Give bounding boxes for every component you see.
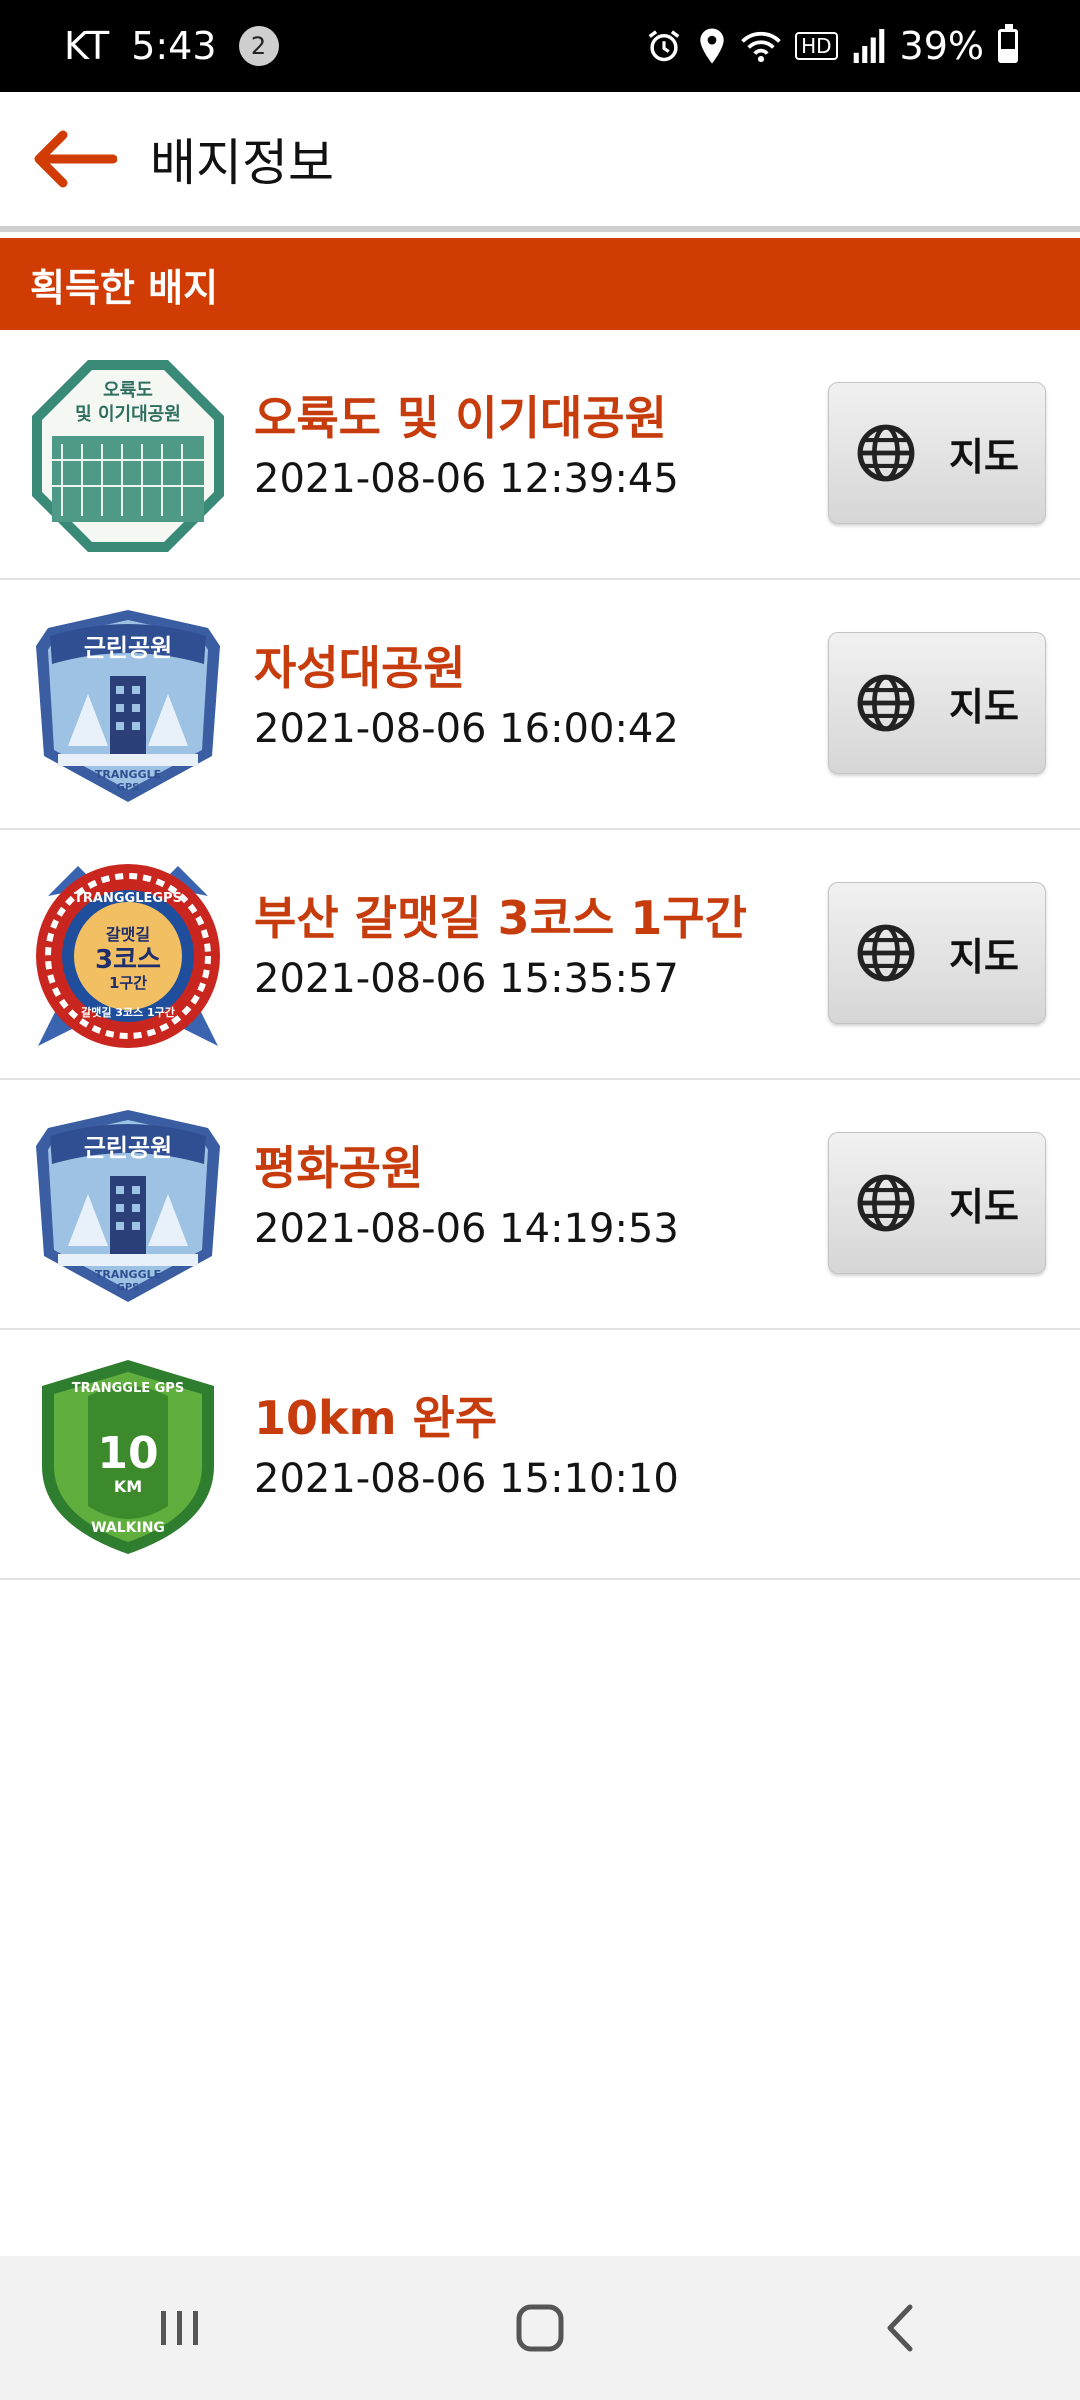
wifi-icon (741, 28, 781, 64)
badge-name: 오륙도 및 이기대공원 (254, 391, 667, 445)
badge-art-text: TRANGGLE (95, 1268, 161, 1281)
navigation-bar (0, 2256, 1080, 2400)
badge-image: 근린공원 TRANGGLE GPS (36, 610, 220, 802)
status-right: HD 39% (645, 24, 1018, 68)
badge-art-text: 오륙도 (103, 380, 153, 401)
map-button[interactable]: 지도 (828, 632, 1046, 774)
clock: 5:43 (131, 24, 217, 68)
hd-icon: HD (795, 32, 838, 60)
home-icon (516, 2304, 564, 2352)
status-left: KT 5:43 2 (64, 24, 279, 68)
badge-art-text: TRANGGLE GPS (72, 1381, 184, 1396)
map-button[interactable]: 지도 (828, 382, 1046, 524)
badge-image: TRANGGLEGPS 갈맷길 3코스 1구간 갈맷길 3코스 1구간 (36, 864, 220, 1048)
map-button-label: 지도 (949, 684, 1019, 729)
globe-icon (857, 674, 915, 732)
badge-date: 2021-08-06 16:00:42 (254, 706, 679, 752)
badge-name: 평화공원 (254, 1141, 424, 1195)
badge-art-text: 근린공원 (84, 1134, 172, 1162)
badge-name: 10km 완주 (254, 1391, 498, 1445)
badge-art-text: KM (114, 1477, 142, 1496)
map-button[interactable]: 지도 (828, 1132, 1046, 1274)
app-bar: 배지정보 (0, 92, 1080, 232)
badge-date: 2021-08-06 15:35:57 (254, 956, 679, 1002)
list-item[interactable]: TRANGGLE GPS 10 KM WALKING 10km 완주 2021-… (0, 1330, 1080, 1580)
carrier-label: KT (64, 24, 110, 68)
badge-art-text: 근린공원 (84, 634, 172, 662)
badge-art-text: GPS (117, 782, 140, 793)
badge-text: 자성대공원 2021-08-06 16:00:42 (254, 640, 679, 754)
badge-text: 평화공원 2021-08-06 14:19:53 (254, 1140, 679, 1254)
status-bar: KT 5:43 2 HD 39% (0, 0, 1080, 92)
globe-icon (857, 1174, 915, 1232)
badge-image: TRANGGLE GPS 10 KM WALKING (42, 1360, 214, 1554)
system-back-button[interactable] (820, 2278, 980, 2378)
badge-date: 2021-08-06 14:19:53 (254, 1206, 679, 1252)
battery-icon (998, 24, 1018, 63)
badge-art-text: 및 이기대공원 (75, 404, 181, 425)
list-item[interactable]: TRANGGLEGPS 갈맷길 3코스 1구간 갈맷길 3코스 1구간 부산 갈… (0, 830, 1080, 1080)
badge-art-text: TRANGGLE (95, 768, 161, 781)
badge-text: 10km 완주 2021-08-06 15:10:10 (254, 1390, 679, 1504)
globe-icon (857, 424, 915, 482)
badge-date: 2021-08-06 15:10:10 (254, 1456, 679, 1502)
battery-percent: 39% (899, 24, 984, 68)
list-item[interactable]: 근린공원 TRANGGLE GPS 자성대공원 2021-08-06 16:00… (0, 580, 1080, 830)
map-button-label: 지도 (949, 1184, 1019, 1229)
badge-art-text: WALKING (91, 1520, 165, 1536)
map-button-label: 지도 (949, 934, 1019, 979)
badge-art-text: 갈맷길 (106, 925, 150, 944)
signal-icon (852, 29, 886, 63)
badge-text: 부산 갈맷길 3코스 1구간 2021-08-06 15:35:57 (254, 890, 747, 1004)
notification-count-badge: 2 (238, 26, 279, 66)
back-icon (887, 2304, 913, 2352)
badge-art-text: GPS (117, 1282, 140, 1293)
back-button[interactable] (20, 109, 130, 209)
recent-apps-icon (161, 2311, 198, 2345)
badge-name: 자성대공원 (254, 641, 466, 695)
badge-text: 오륙도 및 이기대공원 2021-08-06 12:39:45 (254, 390, 679, 504)
badge-art-text: TRANGGLEGPS (74, 891, 182, 906)
badge-art-text: 1구간 (109, 974, 147, 992)
badge-list: 오륙도 및 이기대공원 오륙도 및 이기대공원 2021-08-06 12:39… (0, 330, 1080, 1580)
badge-art-text: 10 (97, 1428, 158, 1479)
alarm-icon (645, 27, 683, 65)
badge-image: 오륙도 및 이기대공원 (32, 360, 224, 552)
page-title: 배지정보 (150, 134, 334, 192)
badge-name: 부산 갈맷길 3코스 1구간 (254, 891, 747, 945)
list-item[interactable]: 오륙도 및 이기대공원 오륙도 및 이기대공원 2021-08-06 12:39… (0, 330, 1080, 580)
home-button[interactable] (460, 2278, 620, 2378)
back-arrow-icon (34, 130, 117, 188)
map-button[interactable]: 지도 (828, 882, 1046, 1024)
battery-fill (1001, 49, 1015, 60)
badge-date: 2021-08-06 12:39:45 (254, 456, 679, 502)
location-icon (697, 27, 727, 65)
badge-art-text: 갈맷길 3코스 1구간 (81, 1005, 175, 1019)
globe-icon (857, 924, 915, 982)
map-button-label: 지도 (949, 434, 1019, 479)
section-header: 획득한 배지 (0, 238, 1080, 330)
recent-apps-button[interactable] (100, 2278, 260, 2378)
list-item[interactable]: 근린공원 TRANGGLE GPS 평화공원 2021-08-06 14:19:… (0, 1080, 1080, 1330)
badge-image: 근린공원 TRANGGLE GPS (36, 1110, 220, 1302)
badge-art-text: 3코스 (95, 945, 161, 975)
